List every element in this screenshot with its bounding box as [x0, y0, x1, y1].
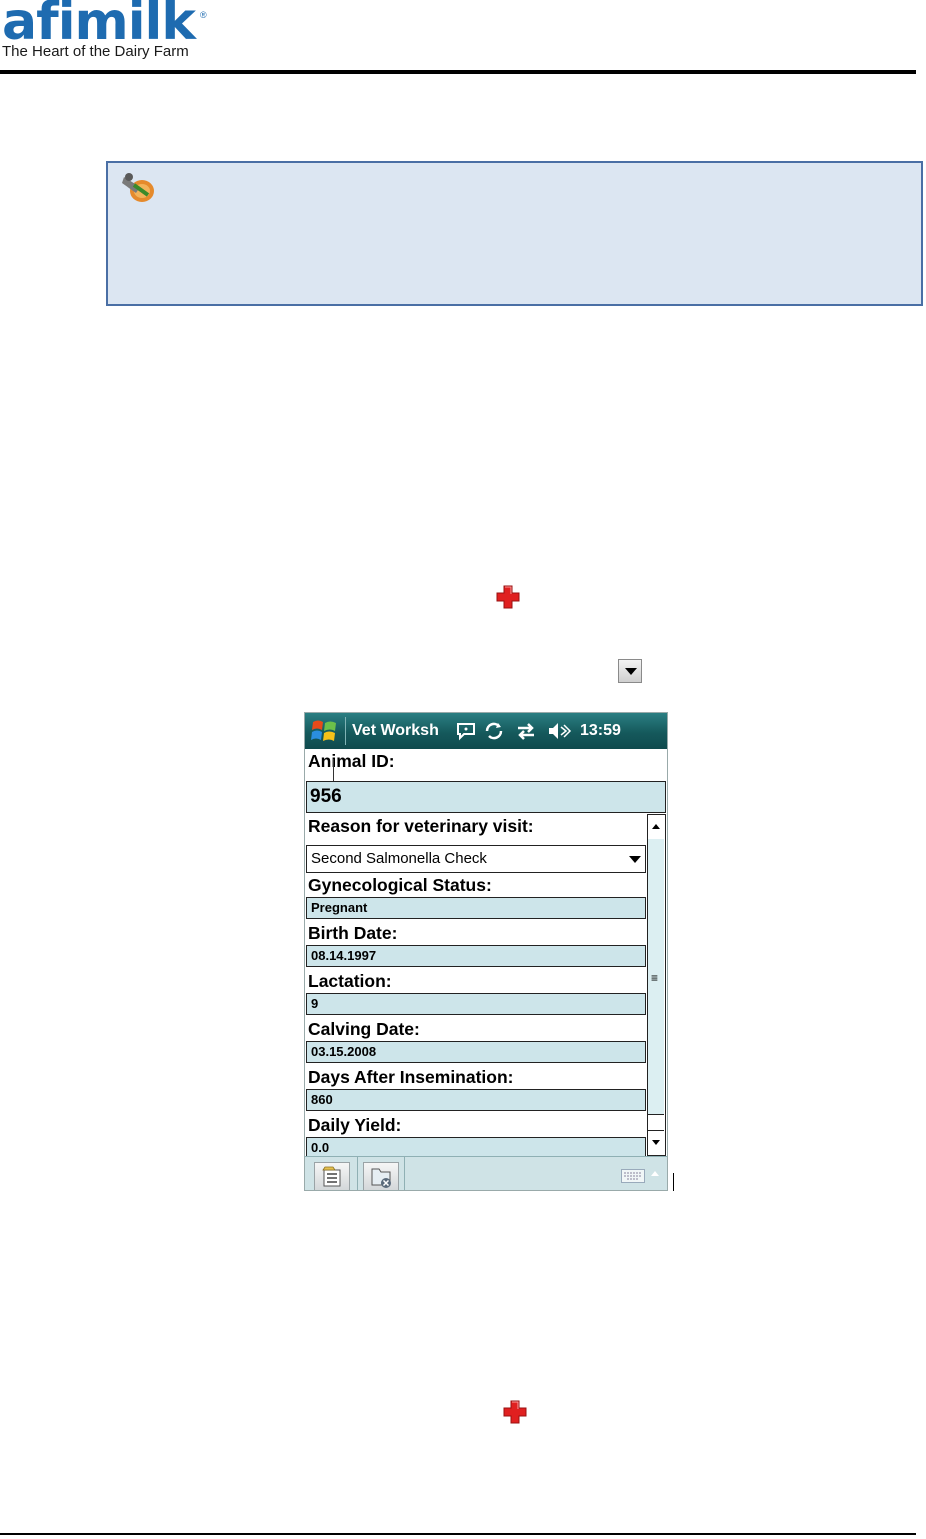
scroll-up-icon[interactable]	[648, 815, 664, 840]
birth-date-label: Birth Date:	[308, 923, 398, 943]
logo-tagline: The Heart of the Dairy Farm	[2, 43, 189, 60]
header-divider	[0, 70, 916, 74]
bottombar-separator	[357, 1157, 358, 1190]
gyn-status-label: Gynecological Status:	[308, 875, 492, 895]
footer-divider	[0, 1533, 916, 1535]
calving-date-field[interactable]: 03.15.2008	[306, 1041, 646, 1063]
connectivity-arrows-icon[interactable]	[515, 721, 537, 741]
app-title: Vet Worksh	[352, 722, 439, 739]
lactation-label: Lactation:	[308, 971, 392, 991]
note-box	[106, 161, 923, 306]
animal-id-input[interactable]: 956	[306, 781, 666, 813]
logo-wordmark: afimilk	[2, 0, 196, 52]
scroll-grip-icon: ≡	[651, 971, 659, 985]
chevron-down-icon[interactable]	[629, 856, 641, 863]
hand-pointer-note-icon	[120, 169, 160, 212]
daily-yield-label: Daily Yield:	[308, 1115, 402, 1135]
chevron-up-icon[interactable]	[651, 1171, 659, 1176]
birth-date-field[interactable]: 08.14.1997	[306, 945, 646, 967]
red-cross-icon	[495, 584, 521, 615]
chat-bubble-icon[interactable]	[455, 721, 477, 741]
reason-label: Reason for veterinary visit:	[308, 816, 534, 836]
dropdown-arrow-icon	[618, 659, 642, 683]
scroll-down-icon[interactable]	[648, 1130, 664, 1155]
gyn-status-field[interactable]: Pregnant	[306, 897, 646, 919]
bottombar-separator	[404, 1157, 405, 1190]
animal-id-label: Animal ID:	[308, 751, 395, 771]
device-screenshot: Vet Worksh 13:59 Animal ID: 956 Reason f…	[304, 712, 668, 1191]
clock-time: 13:59	[580, 722, 621, 739]
red-cross-icon	[502, 1399, 528, 1430]
lactation-field[interactable]: 9	[306, 993, 646, 1015]
days-after-insemination-field[interactable]: 860	[306, 1089, 646, 1111]
scroll-thumb[interactable]: ≡	[648, 839, 664, 1115]
calving-date-label: Calving Date:	[308, 1019, 420, 1039]
menu-list-icon[interactable]	[314, 1162, 350, 1190]
windows-start-icon[interactable]	[309, 716, 341, 746]
device-bottombar	[305, 1156, 667, 1190]
sync-icon[interactable]	[483, 721, 505, 741]
folder-close-icon[interactable]	[363, 1162, 399, 1190]
logo-registered-mark: ®	[200, 10, 207, 20]
reason-selected-value: Second Salmonella Check	[311, 850, 487, 867]
reason-select[interactable]: Second Salmonella Check	[306, 845, 646, 873]
titlebar-separator	[345, 717, 346, 745]
speaker-icon[interactable]	[547, 721, 572, 741]
days-after-insemination-label: Days After Insemination:	[308, 1067, 514, 1087]
keyboard-icon[interactable]	[621, 1169, 645, 1183]
text-cursor-mark	[673, 1173, 674, 1191]
form-scrollbar[interactable]: ≡	[647, 814, 666, 1156]
device-titlebar: Vet Worksh 13:59	[305, 713, 667, 749]
